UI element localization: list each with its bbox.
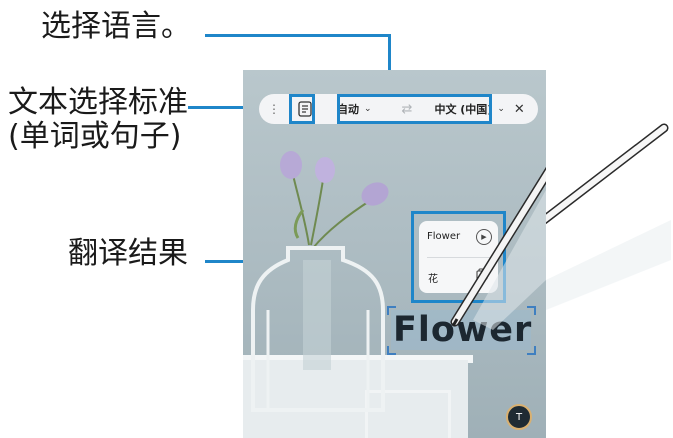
s-pen-stylus (450, 166, 546, 330)
callout-selection-mode-line1: 文本选择标准 (8, 85, 188, 120)
s-pen-tail (546, 123, 671, 310)
callout-line (205, 34, 390, 37)
callout-translation-result: 翻译结果 (68, 236, 188, 271)
callout-selection-mode: 文本选择标准 (单词或句子) (8, 86, 188, 153)
text-scan-icon[interactable]: T (506, 404, 532, 430)
callout-select-language: 选择语言。 (41, 9, 191, 44)
phone-screen: ⋮ 自动 ⌄ ⇄ 中文 (中国) ⌄ ✕ Flower ▶ 花 Flower T (243, 70, 546, 438)
callout-selection-mode-line2: (单词或句子) (8, 118, 182, 154)
